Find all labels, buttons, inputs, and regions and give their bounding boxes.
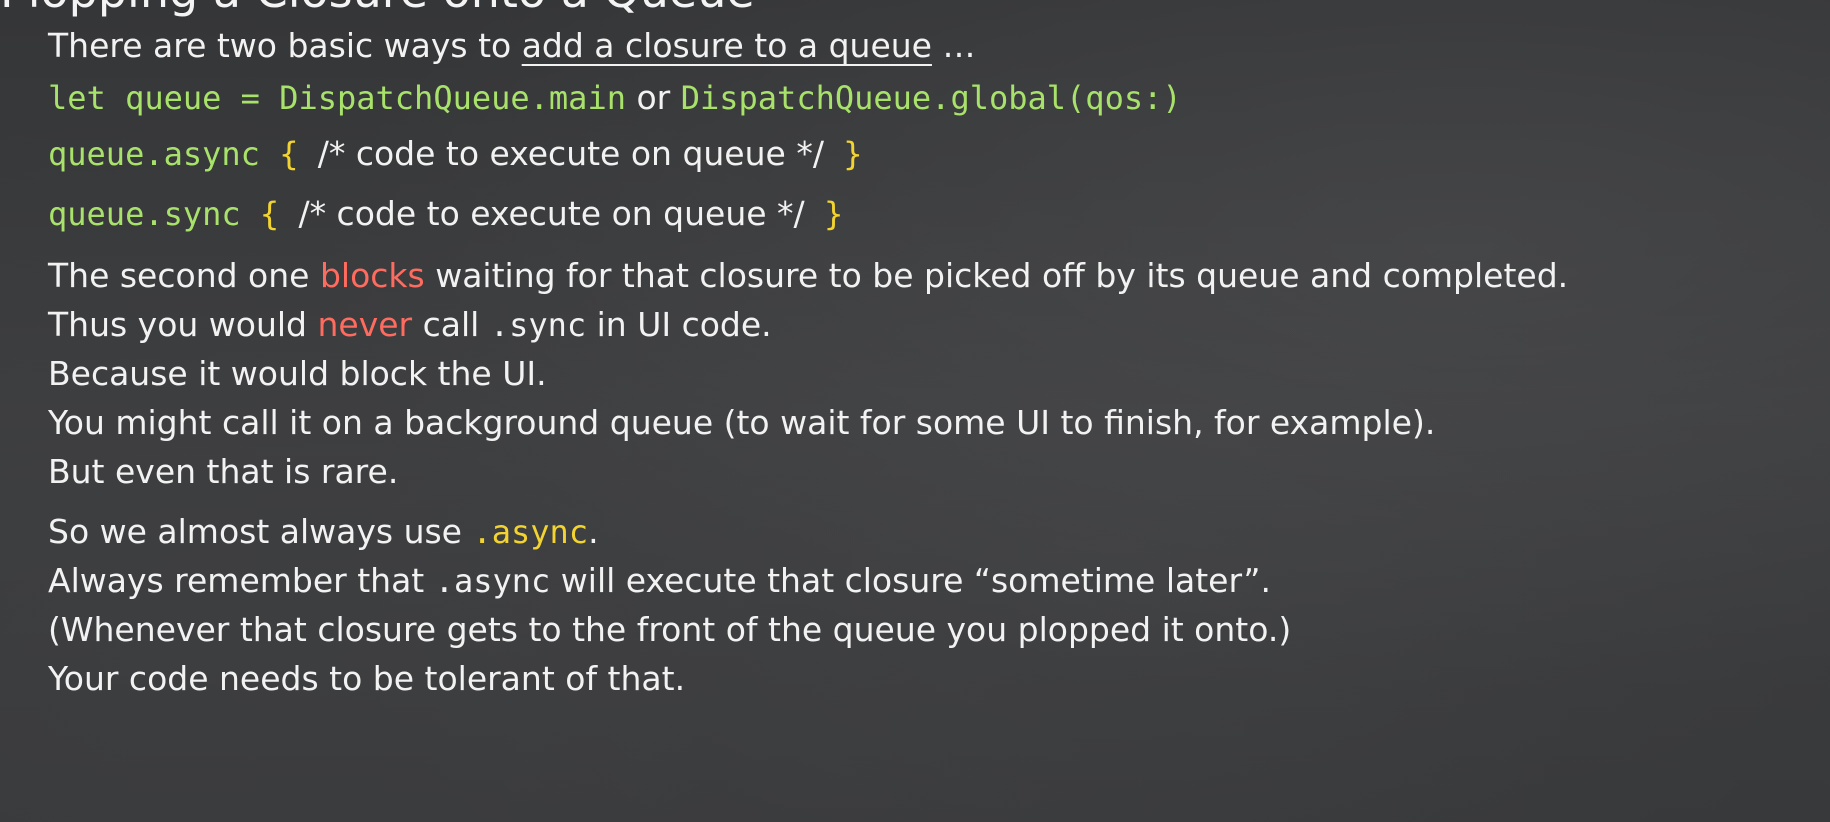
para1-line2-b: call: [412, 305, 490, 344]
para2-line2-b: will execute that closure “sometime late…: [550, 561, 1272, 600]
para2-line2: Always remember that .async will execute…: [48, 561, 1271, 601]
code-async-close: }: [823, 135, 863, 173]
para1-line2-a: Thus you would: [48, 305, 318, 344]
code-let-main: let queue = DispatchQueue.main: [48, 79, 626, 117]
para1-line3: Because it would block the UI.: [48, 354, 547, 393]
para2-line3: (Whenever that closure gets to the front…: [48, 610, 1292, 649]
para1-line1-b: waiting for that closure to be picked of…: [424, 256, 1569, 295]
para2-line1-a: So we almost always use: [48, 512, 473, 551]
code-sync-comment: /* code to execute on queue */: [298, 194, 805, 233]
para2-line1-b: .: [588, 512, 599, 551]
para1-sync-code: .sync: [489, 306, 587, 344]
para1-line2-c: in UI code.: [586, 305, 772, 344]
para2-async-code: .async: [472, 513, 589, 551]
code-async-comment: /* code to execute on queue */: [317, 134, 824, 173]
code-sync-line: queue.sync { /* code to execute on queue…: [48, 194, 843, 234]
intro-line: There are two basic ways to add a closur…: [48, 26, 975, 66]
code-sync-open: {: [240, 195, 299, 233]
para1-never-word: never: [317, 305, 413, 344]
para2-line2-a: Always remember that: [48, 561, 435, 600]
intro-suffix: …: [931, 26, 976, 65]
code-sync-close: }: [804, 195, 844, 233]
code-let-line: let queue = DispatchQueue.main or Dispat…: [48, 78, 1182, 118]
slide: Plopping a Closure onto a Queue There ar…: [0, 0, 1830, 822]
code-async-call: queue.async: [48, 135, 260, 173]
para1-line4: You might call it on a background queue …: [48, 403, 1436, 442]
para1-line5: But even that is rare.: [48, 452, 399, 491]
para2-async-code-plain: .async: [434, 562, 551, 600]
code-let-or: or: [625, 78, 681, 117]
para1-blocks-word: blocks: [319, 256, 425, 295]
code-async-line: queue.async { /* code to execute on queu…: [48, 134, 862, 174]
para1-line2: Thus you would never call .sync in UI co…: [48, 305, 772, 345]
slide-title: Plopping a Closure onto a Queue: [0, 0, 755, 16]
intro-link: add a closure to a queue: [521, 26, 932, 65]
code-let-global: DispatchQueue.global(qos:): [680, 79, 1182, 117]
para2-line1: So we almost always use .async.: [48, 512, 599, 552]
code-async-open: {: [259, 135, 318, 173]
code-sync-call: queue.sync: [48, 195, 241, 233]
intro-text: There are two basic ways to: [48, 26, 522, 65]
para2-line4: Your code needs to be tolerant of that.: [48, 659, 686, 698]
para1-line1: The second one blocks waiting for that c…: [48, 256, 1568, 296]
para1-line1-a: The second one: [48, 256, 320, 295]
